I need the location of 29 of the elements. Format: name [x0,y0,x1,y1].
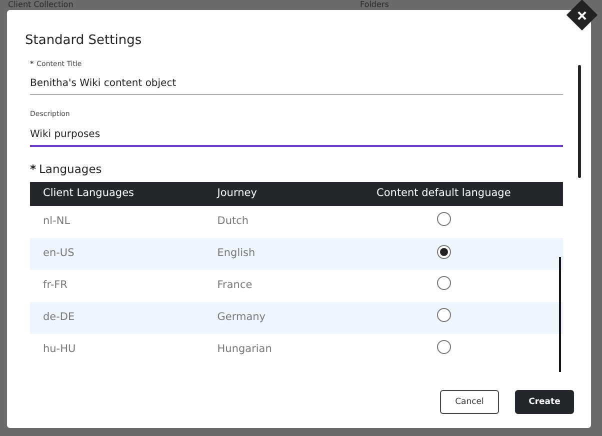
table-cell: English [217,246,256,259]
table-cell: hu-HU [43,342,76,355]
radio-button[interactable] [436,308,451,322]
table-cell: Hungarian [217,342,272,355]
table-cell: nl-NL [43,214,70,227]
background-text: Folders [360,0,389,10]
radio-button[interactable] [436,340,451,354]
section-label: * Languages [30,160,103,178]
text-field[interactable]: Benitha's Wiki content object [30,76,563,96]
table-cell: de-DE [43,310,75,323]
table-cell: Dutch [217,214,249,227]
table-cell: France [217,278,252,291]
radio-button[interactable] [436,212,451,226]
close-icon [578,10,586,20]
scrollbar[interactable] [578,65,581,178]
cancel-button[interactable]: Cancel [440,390,499,414]
modal-title: Standard Settings [25,32,142,49]
text-field[interactable]: Wiki purposes [30,126,563,147]
column-header: Content default language [324,182,563,206]
table-cell: en-US [43,246,74,259]
table-cell: Germany [217,310,266,323]
column-header: Journey [204,182,324,206]
table-cell: fr-FR [43,278,68,291]
scrollbar[interactable] [559,257,561,372]
radio-button[interactable] [436,245,451,260]
radio-button[interactable] [436,276,451,290]
create-button[interactable]: Create [515,390,574,414]
background-text: Client Collection [8,0,74,10]
column-header: Client Languages [30,182,204,206]
